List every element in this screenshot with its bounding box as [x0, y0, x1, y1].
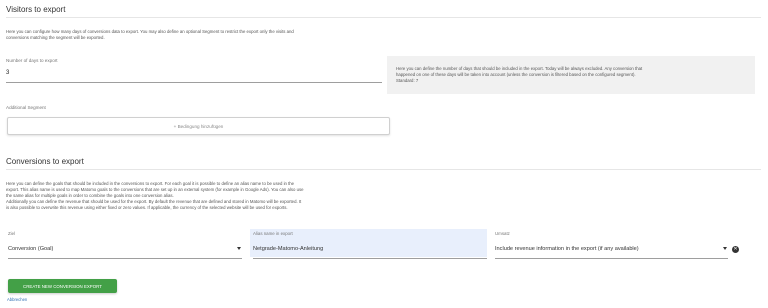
divider [6, 17, 761, 18]
goal-selected-value: Conversion (Goal) [8, 246, 54, 252]
remove-circle-icon[interactable]: ✕ [732, 246, 739, 253]
revenue-label: Umsatz [495, 231, 510, 236]
add-condition-button[interactable]: + Bedingung hinzufügen [7, 117, 390, 135]
visitors-section-title: Visitors to export [6, 5, 66, 14]
help-text-line: Standard: 7 [396, 78, 419, 83]
days-help-box: Here you can define the number of days t… [387, 56, 755, 94]
revenue-selected-value: Include revenue information in the expor… [495, 246, 639, 252]
caret-down-icon [723, 247, 727, 250]
days-input-underline [6, 82, 382, 83]
visitors-description-line: conversions matching the segment will be… [6, 35, 105, 40]
alias-value: Netgrade-Matomo-Anleitung [253, 246, 324, 252]
divider [6, 169, 761, 170]
conversions-description-line: is also possible to overwrite this reven… [6, 205, 288, 210]
days-to-export-input[interactable]: 3 [6, 70, 382, 80]
create-conversion-export-button[interactable]: CREATE NEW CONVERSION EXPORT [8, 279, 117, 293]
goal-label: Ziel [8, 231, 16, 236]
cancel-link[interactable]: Abbrechen [7, 297, 27, 302]
days-to-export-label: Number of days to export [6, 58, 58, 63]
conversions-section-title: Conversions to export [6, 157, 84, 166]
alias-input[interactable]: Alias name in export Netgrade-Matomo-Anl… [253, 231, 487, 259]
goal-select-underline [8, 258, 242, 259]
goal-select[interactable]: Ziel Conversion (Goal) [8, 231, 242, 259]
caret-down-icon [237, 247, 241, 250]
alias-input-underline [253, 258, 487, 259]
revenue-select[interactable]: Umsatz Include revenue information in th… [495, 231, 728, 259]
alias-label: Alias name in export [253, 231, 293, 236]
revenue-select-underline [495, 258, 728, 259]
additional-segment-label: Additional Segment [6, 105, 46, 110]
